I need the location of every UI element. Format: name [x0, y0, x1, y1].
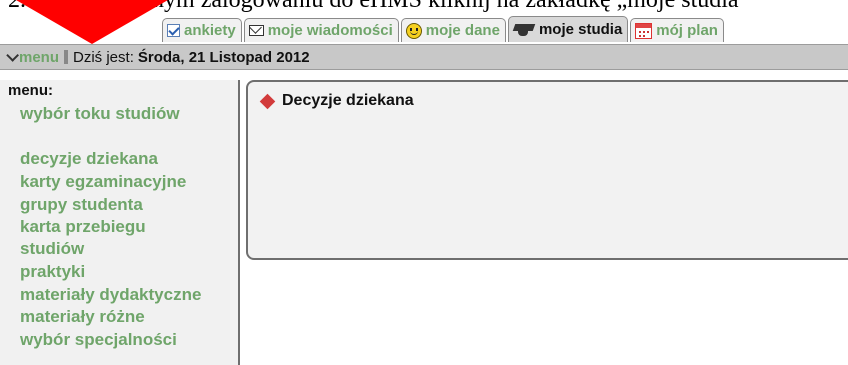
tab-moje-studia[interactable]: moje studia [507, 16, 629, 42]
sidebar-item-grupy-studenta[interactable]: grupy studenta [20, 195, 143, 215]
smiley-icon [405, 22, 422, 39]
envelope-icon [248, 25, 264, 36]
tab-label: mój plan [656, 22, 718, 39]
sidebar-item-decyzje-dziekana[interactable]: decyzje dziekana [20, 149, 158, 169]
tab-ankiety[interactable]: ankiety [162, 18, 242, 42]
current-date: Środa, 21 Listopad 2012 [137, 48, 310, 66]
tab-label: ankiety [184, 22, 236, 39]
separator-icon [64, 50, 69, 64]
sidebar-item-materialy-dydaktyczne[interactable]: materiały dydaktyczne [20, 285, 201, 305]
today-label: Dziś jest: [73, 48, 134, 66]
sidebar-item-praktyki[interactable]: praktyki [20, 262, 85, 282]
content-heading: Decyzje dziekana [259, 92, 414, 110]
tab-label: moje wiadomości [267, 22, 393, 39]
tab-moje-dane[interactable]: moje dane [400, 18, 506, 42]
checkbox-icon [167, 24, 180, 37]
sidebar-item-karta-przebiegu[interactable]: karta przebiegu [20, 217, 146, 237]
tab-label: moje studia [538, 21, 623, 38]
content-panel: Decyzje dziekana [246, 80, 848, 260]
date-bar: menu Dziś jest: Środa, 21 Listopad 2012 [0, 44, 848, 70]
sidebar-item-wybor-toku-studiow[interactable]: wybór toku studiów [20, 104, 180, 124]
tab-label: moje dane [425, 22, 500, 39]
content-heading-text: Decyzje dziekana [282, 92, 414, 109]
menu-toggle-link[interactable]: menu [19, 49, 59, 66]
sidebar-menu: menu: wybór toku studiów decyzje dziekan… [0, 80, 240, 365]
sidebar-title: menu: [8, 82, 53, 99]
logo [16, 0, 168, 44]
ehms-screen: 2.1. Po pomyślnym zalogowaniu do eHMS kl… [0, 0, 848, 365]
graduation-cap-icon [513, 22, 535, 38]
sidebar-item-wybor-specjalnosci[interactable]: wybór specjalności [20, 330, 177, 350]
sidebar-item-karty-egzaminacyjne[interactable]: karty egzaminacyjne [20, 172, 186, 192]
sidebar-item-materialy-rozne[interactable]: materiały różne [20, 307, 145, 327]
diamond-bullet-icon [259, 93, 276, 109]
tab-moj-plan[interactable]: mój plan [630, 18, 724, 42]
sidebar-item-karta-przebiegu-cont[interactable]: studiów [20, 239, 84, 259]
tab-moje-wiadomosci[interactable]: moje wiadomości [243, 18, 399, 42]
main-tabs: ankiety moje wiadomości moje dane moje s… [162, 16, 726, 42]
chevron-down-icon[interactable] [6, 48, 19, 62]
calendar-icon [635, 22, 653, 39]
